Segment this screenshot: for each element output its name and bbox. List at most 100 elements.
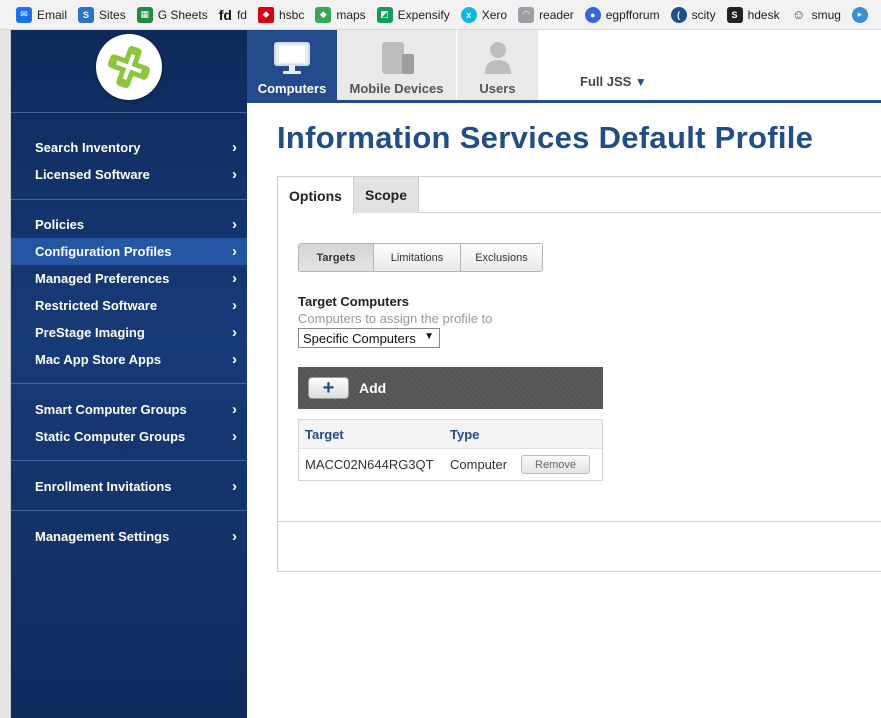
context-selector[interactable]: Full JSS ▼: [580, 74, 647, 89]
bird-icon: ▸: [851, 6, 868, 23]
bookmark-hsbc[interactable]: ⬥ hsbc: [257, 6, 304, 23]
scope-segmented-control: Targets Limitations Exclusions: [298, 243, 543, 272]
hdesk-icon: S: [726, 6, 743, 23]
sheets-icon: ▦: [136, 6, 153, 23]
bookmark-gsheets[interactable]: ▦ G Sheets: [136, 6, 208, 23]
smug-icon: ☺: [791, 7, 806, 22]
sidebar-item-policies[interactable]: Policies ›: [11, 211, 247, 238]
segment-exclusions[interactable]: Exclusions: [461, 244, 542, 271]
tab-options[interactable]: Options: [278, 177, 354, 214]
table-header: Target Type: [299, 420, 602, 448]
bookmark-xero[interactable]: x Xero: [460, 6, 507, 23]
chevron-right-icon: ›: [232, 324, 237, 341]
bookmark-hdesk[interactable]: S hdesk: [726, 6, 780, 23]
table-row: MACC02N644RG3QT Computer Remove: [299, 448, 602, 480]
hsbc-icon: ⬥: [257, 6, 274, 23]
chevron-right-icon: ›: [232, 528, 237, 545]
page-title: Information Services Default Profile: [277, 120, 814, 155]
jamf-logo-icon: [105, 43, 153, 91]
nav-group-inventory: Search Inventory › Licensed Software ›: [11, 134, 247, 188]
tab-users[interactable]: Users: [457, 30, 538, 100]
targets-table: Target Type MACC02N644RG3QT Computer Rem…: [298, 419, 603, 481]
bookmark-email[interactable]: ✉ Email: [16, 6, 67, 23]
jamf-logo[interactable]: [96, 34, 162, 100]
sidebar-item-restricted-software[interactable]: Restricted Software ›: [11, 292, 247, 319]
chevron-right-icon: ›: [232, 216, 237, 233]
xero-icon: x: [460, 6, 477, 23]
panel-tabs: Options Scope: [278, 177, 881, 214]
chevron-right-icon: ›: [232, 139, 237, 156]
rss-icon: ◠: [518, 6, 535, 23]
sharepoint-icon: S: [78, 6, 95, 23]
target-computers-help: Computers to assign the profile to: [298, 311, 493, 326]
bookmark-sites[interactable]: S Sites: [78, 6, 126, 23]
sidebar-item-managed-preferences[interactable]: Managed Preferences ›: [11, 265, 247, 292]
profile-panel: Options Scope Targets Limitations Exclus…: [277, 176, 881, 572]
bookmark-reader[interactable]: ◠ reader: [518, 6, 574, 23]
sidebar-item-prestage-imaging[interactable]: PreStage Imaging ›: [11, 319, 247, 346]
chevron-right-icon: ›: [232, 297, 237, 314]
sidebar: Search Inventory › Licensed Software › Pol…: [11, 30, 247, 718]
computer-icon: [274, 42, 310, 74]
sidebar-divider: [11, 112, 247, 113]
nav-group-enrollment: Enrollment Invitations ›: [11, 473, 247, 500]
remove-button[interactable]: Remove: [521, 455, 590, 474]
bookmarks-bar: ✉ Email S Sites ▦ G Sheets fd fd ⬥ hsbc …: [0, 0, 881, 30]
nav-group-groups: Smart Computer Groups › Static Computer G…: [11, 396, 247, 450]
segment-limitations[interactable]: Limitations: [374, 244, 461, 271]
user-icon: [484, 42, 511, 74]
target-computers-select[interactable]: Specific Computers ▼: [298, 328, 440, 348]
fd-icon: fd: [218, 6, 232, 23]
bookmark-scity[interactable]: ( scity: [670, 6, 716, 23]
nav-group-management: Policies › Configuration Profiles › Manage…: [11, 211, 247, 373]
sidebar-divider: [11, 383, 247, 384]
forum-icon: ●: [584, 6, 601, 23]
sidebar-item-management-settings[interactable]: Management Settings ›: [11, 523, 247, 550]
bookmark-overflow[interactable]: ▸: [851, 6, 873, 23]
sidebar-item-mac-app-store-apps[interactable]: Mac App Store Apps ›: [11, 346, 247, 373]
sidebar-item-configuration-profiles[interactable]: Configuration Profiles ›: [11, 238, 247, 265]
top-nav: Computers Mobile Devices Users Full JSS …: [247, 30, 881, 103]
maps-icon: ◆: [315, 6, 332, 23]
column-header-target[interactable]: Target: [299, 427, 444, 442]
add-bar: + Add: [298, 367, 603, 409]
chevron-right-icon: ›: [232, 478, 237, 495]
sidebar-divider: [11, 460, 247, 461]
chevron-right-icon: ›: [232, 428, 237, 445]
segment-targets[interactable]: Targets: [299, 244, 374, 271]
tab-computers[interactable]: Computers: [247, 30, 337, 100]
bookmark-smug[interactable]: ☺ smug: [791, 7, 841, 23]
bookmark-expensify[interactable]: ◩ Expensify: [376, 6, 450, 23]
panel-divider: [278, 521, 881, 522]
tab-mobile-devices[interactable]: Mobile Devices: [337, 30, 457, 100]
column-header-type[interactable]: Type: [444, 427, 521, 442]
chevron-right-icon: ›: [232, 270, 237, 287]
chevron-right-icon: ›: [232, 243, 237, 260]
chevron-right-icon: ›: [232, 166, 237, 183]
mail-icon: ✉: [16, 6, 32, 23]
scity-icon: (: [670, 6, 687, 23]
plus-icon: +: [322, 377, 335, 399]
sidebar-divider: [11, 510, 247, 511]
caret-down-icon: ▼: [634, 75, 647, 89]
sidebar-item-licensed-software[interactable]: Licensed Software ›: [11, 161, 247, 188]
chevron-right-icon: ›: [232, 401, 237, 418]
add-button[interactable]: +: [308, 377, 349, 399]
tab-scope[interactable]: Scope: [354, 177, 419, 213]
chevron-right-icon: ›: [232, 351, 237, 368]
sidebar-item-smart-computer-groups[interactable]: Smart Computer Groups ›: [11, 396, 247, 423]
sidebar-item-static-computer-groups[interactable]: Static Computer Groups ›: [11, 423, 247, 450]
sidebar-item-enrollment-invitations[interactable]: Enrollment Invitations ›: [11, 473, 247, 500]
expensify-icon: ◩: [376, 6, 393, 23]
nav-group-settings: Management Settings ›: [11, 523, 247, 550]
window-edge: [0, 30, 11, 718]
bookmark-fd[interactable]: fd fd: [219, 7, 247, 23]
sidebar-divider: [11, 199, 247, 200]
bookmark-maps[interactable]: ◆ maps: [315, 6, 366, 23]
bookmark-egpfforum[interactable]: ● egpfforum: [584, 6, 660, 23]
dropdown-arrow-icon: ▼: [424, 331, 434, 342]
add-label[interactable]: Add: [359, 380, 386, 396]
cell-type: Computer: [450, 457, 508, 472]
cell-target: MACC02N644RG3QT: [305, 457, 434, 472]
sidebar-item-search-inventory[interactable]: Search Inventory ›: [11, 134, 247, 161]
